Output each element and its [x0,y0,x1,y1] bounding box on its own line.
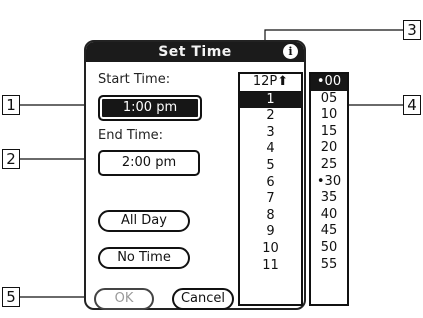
minute-item[interactable]: 10 [311,107,347,124]
start-time-value: 1:00 pm [122,100,178,115]
end-time-value: 2:00 pm [121,155,177,170]
hour-item[interactable]: 3 [240,125,301,142]
callout-4: 4 [403,95,421,115]
minute-item[interactable]: 50 [311,240,347,257]
hour-list-header[interactable]: 12P⬆ [240,74,301,92]
hour-item[interactable]: 1 [240,91,301,109]
hour-item[interactable]: 9 [240,224,301,241]
hour-item[interactable]: 2 [240,108,301,125]
hour-item[interactable]: 6 [240,175,301,192]
all-day-button[interactable]: All Day [98,210,190,232]
callout-5: 5 [2,287,20,307]
minute-item[interactable]: 05 [311,91,347,108]
dialog-title: Set Time [158,44,232,60]
start-time-field[interactable]: 1:00 pm [98,95,202,121]
start-time-label: Start Time: [98,72,171,87]
no-time-button[interactable]: No Time [98,247,190,269]
hour-item[interactable]: 7 [240,191,301,208]
cancel-button[interactable]: Cancel [172,288,234,310]
hour-item[interactable]: 11 [240,258,301,275]
hour-item[interactable]: 8 [240,208,301,225]
callout-1: 1 [2,95,20,115]
callout-2: 2 [2,149,20,169]
hour-item[interactable]: 4 [240,141,301,158]
minute-item[interactable]: 20 [311,140,347,157]
minute-item[interactable]: 40 [311,207,347,224]
scroll-up-arrow-icon[interactable]: ⬆ [277,74,288,89]
callout-3: 3 [403,20,421,40]
ok-button[interactable]: OK [94,288,154,310]
end-time-label: End Time: [98,128,164,143]
minute-item[interactable]: 55 [311,257,347,274]
end-time-field[interactable]: 2:00 pm [98,150,200,176]
dialog-titlebar: Set Time i [86,42,304,62]
minute-item[interactable]: 45 [311,223,347,240]
minute-item[interactable]: 35 [311,190,347,207]
minute-item[interactable]: 25 [311,157,347,174]
hour-item[interactable]: 5 [240,158,301,175]
minute-item[interactable]: •30 [311,174,347,191]
hour-item[interactable]: 10 [240,241,301,258]
info-icon[interactable]: i [283,44,298,59]
minute-item[interactable]: •00 [311,74,347,91]
minute-item[interactable]: 15 [311,124,347,141]
hour-header-label: 12P [252,74,278,89]
hour-list[interactable]: 12P⬆ 1 2 3 4 5 6 7 8 9 10 11 [238,72,303,306]
minute-list[interactable]: •00 05 10 15 20 25 •30 35 40 45 50 55 [309,72,349,306]
